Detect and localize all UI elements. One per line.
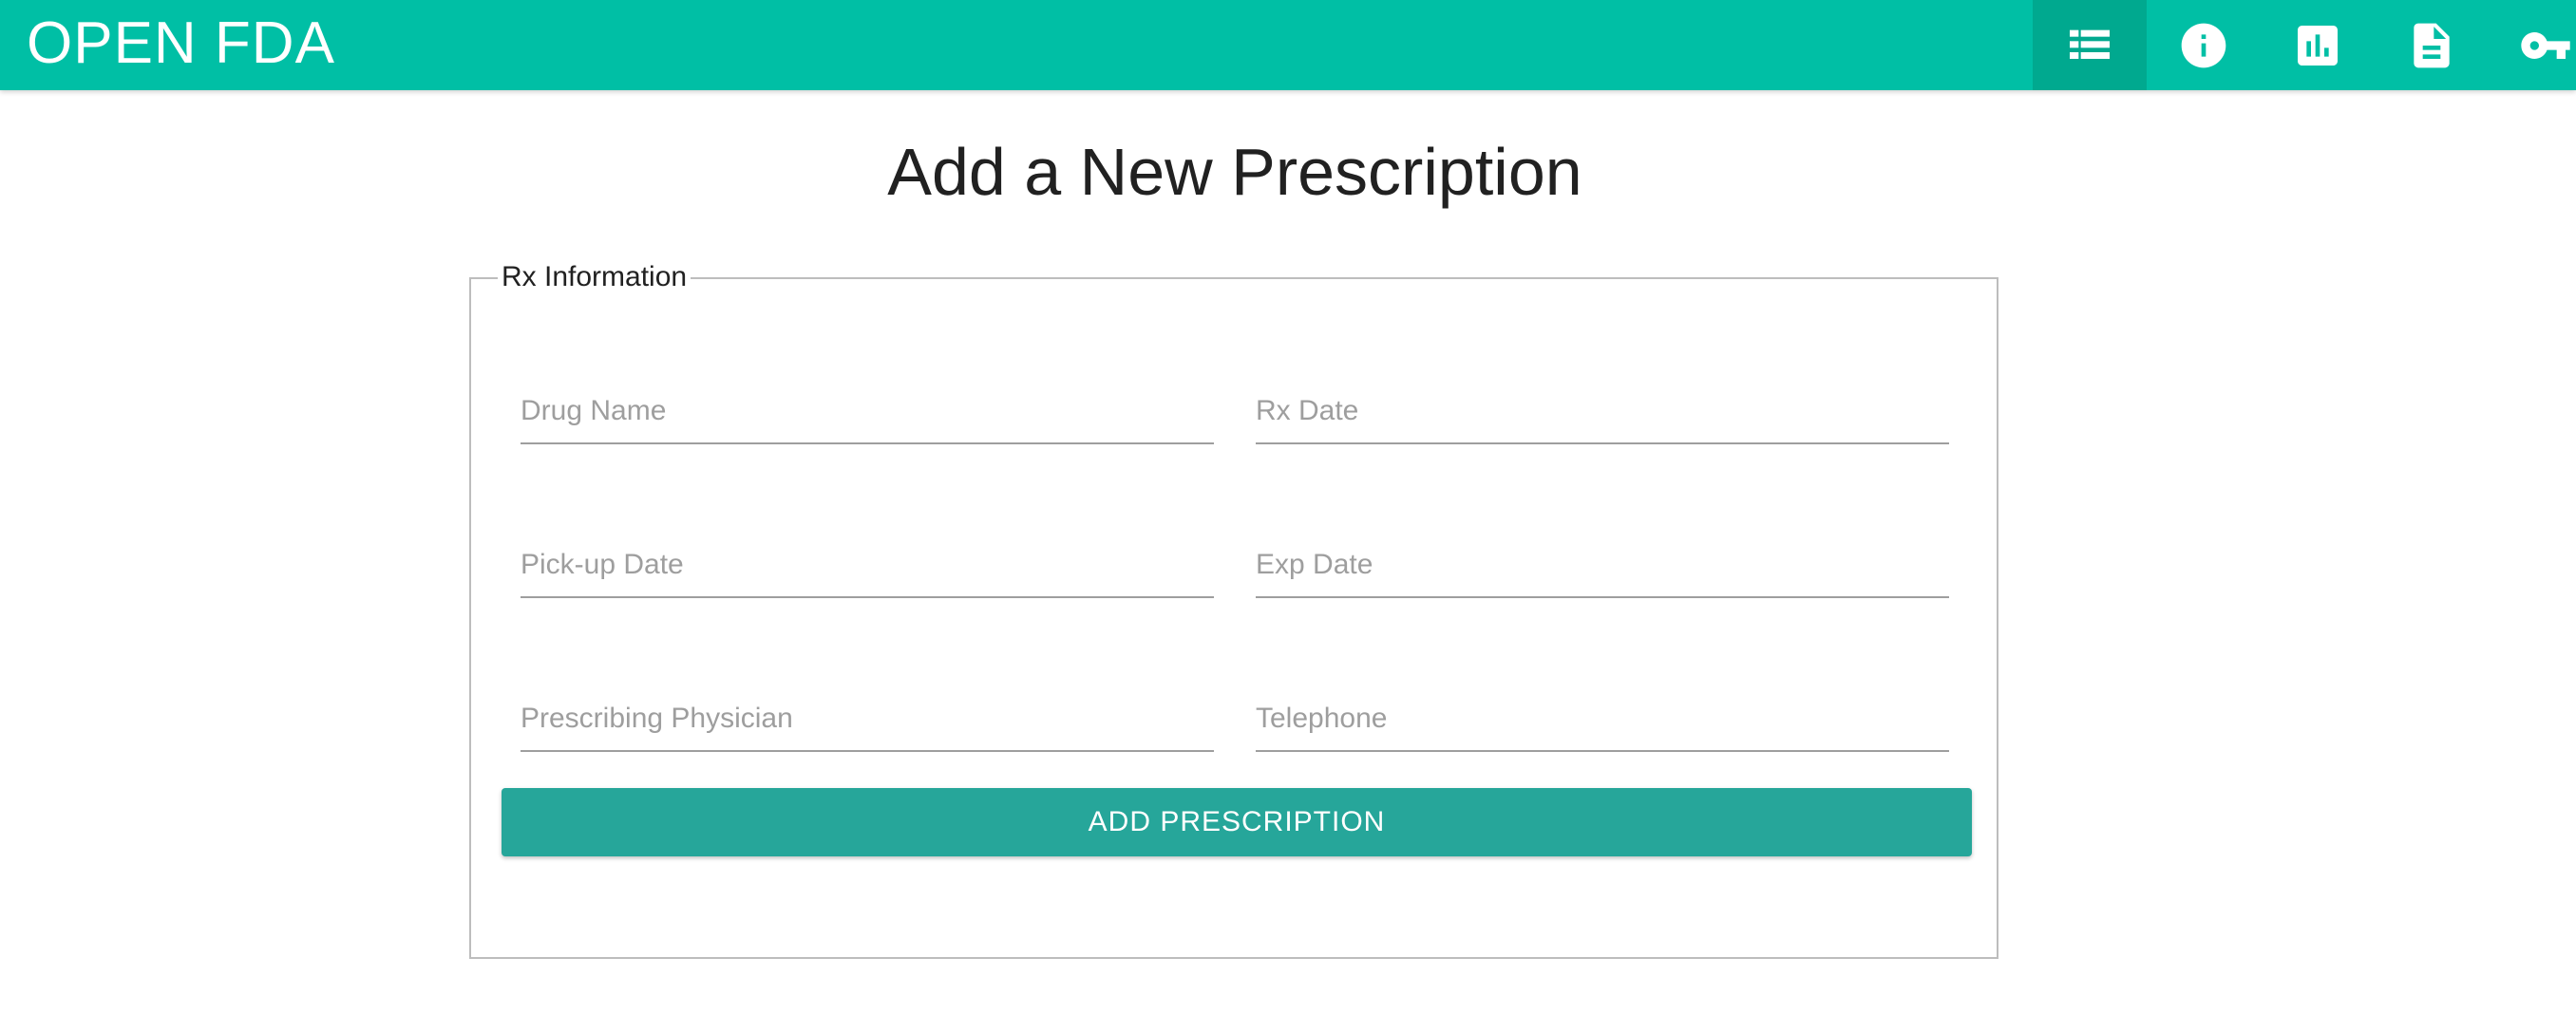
exp-date-field [1256, 532, 1949, 598]
nav-icon-bar [2033, 0, 2576, 90]
nav-stats-button[interactable] [2261, 0, 2375, 90]
pickup-date-field [521, 532, 1214, 598]
page-title: Add a New Prescription [887, 135, 1582, 209]
info-icon [2181, 23, 2226, 67]
rx-date-field [1256, 378, 1949, 444]
bar-chart-icon [2298, 25, 2338, 66]
brand-title[interactable]: OPEN FDA [27, 6, 335, 82]
add-prescription-button[interactable]: ADD PRESCRIPTION [502, 788, 1972, 856]
document-icon [2414, 23, 2450, 67]
pickup-date-input[interactable] [521, 541, 1214, 589]
drug-name-field [521, 378, 1214, 444]
telephone-field [1256, 686, 1949, 752]
prescribing-physician-field [521, 686, 1214, 752]
nav-document-button[interactable] [2375, 0, 2489, 90]
rx-date-input[interactable] [1256, 387, 1949, 435]
exp-date-input[interactable] [1256, 541, 1949, 589]
rx-information-fieldset: Rx Information ADD PRESCRIPTION [469, 258, 1998, 959]
top-navbar: OPEN FDA [0, 0, 2576, 90]
prescribing-physician-input[interactable] [521, 695, 1214, 742]
nav-list-button[interactable] [2033, 0, 2147, 90]
nav-key-button[interactable] [2489, 0, 2576, 90]
list-icon [2070, 29, 2110, 59]
telephone-input[interactable] [1256, 695, 1949, 742]
fieldset-legend: Rx Information [498, 258, 691, 296]
drug-name-input[interactable] [521, 387, 1214, 435]
key-icon [2521, 31, 2570, 59]
nav-info-button[interactable] [2147, 0, 2261, 90]
